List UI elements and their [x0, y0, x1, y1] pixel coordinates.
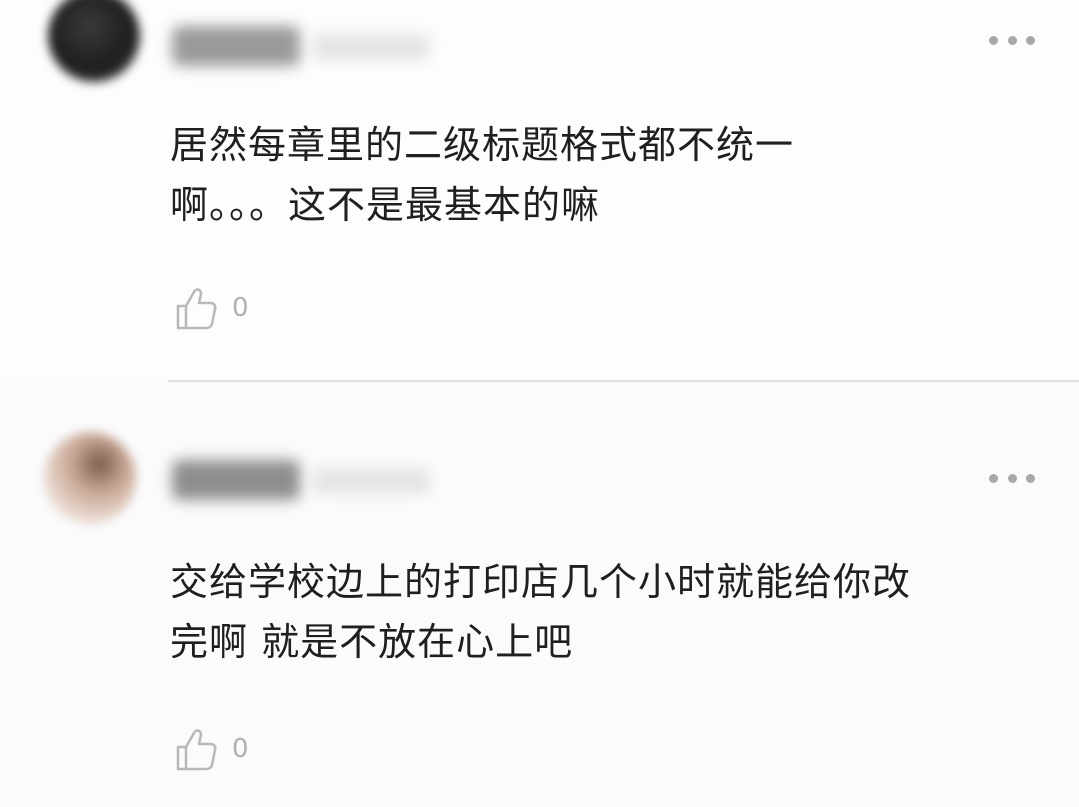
username-blurred[interactable] [172, 460, 300, 500]
avatar[interactable] [44, 432, 136, 524]
like-button[interactable]: 0 [174, 724, 249, 774]
comment-text-line: 交给学校边上的打印店几个小时就能给你改 [170, 560, 912, 604]
more-dots-icon [1007, 473, 1017, 483]
avatar[interactable] [48, 0, 140, 82]
comment-list: 居然每章里的二级标题格式都不统一 啊。。。这不是最基本的嘛 0 交给学校边上的打… [0, 0, 1079, 807]
timestamp-blurred [312, 468, 430, 494]
more-options-button[interactable] [989, 468, 1035, 488]
more-dots-icon [989, 35, 998, 45]
more-dots-icon [1026, 473, 1035, 483]
more-options-button[interactable] [989, 30, 1035, 50]
comment-text: 交给学校边上的打印店几个小时就能给你改 完啊 就是不放在心上吧 [170, 552, 1030, 672]
like-count: 0 [232, 734, 249, 764]
comment-text-line: 居然每章里的二级标题格式都不统一 [170, 123, 795, 167]
comment-item: 居然每章里的二级标题格式都不统一 啊。。。这不是最基本的嘛 0 [0, 0, 1079, 380]
timestamp-blurred [312, 34, 430, 60]
comment-item: 交给学校边上的打印店几个小时就能给你改 完啊 就是不放在心上吧 0 [0, 382, 1079, 807]
comment-text-line: 完啊 就是不放在心上吧 [170, 620, 574, 664]
more-dots-icon [1026, 35, 1035, 45]
thumbs-up-icon[interactable] [174, 725, 218, 773]
like-button[interactable]: 0 [174, 283, 249, 333]
more-dots-icon [1007, 35, 1017, 45]
comment-text: 居然每章里的二级标题格式都不统一 啊。。。这不是最基本的嘛 [170, 115, 1030, 235]
comment-text-line: 啊。。。这不是最基本的嘛 [170, 183, 601, 227]
thumbs-up-icon[interactable] [174, 284, 218, 332]
username-blurred[interactable] [172, 26, 300, 66]
more-dots-icon [989, 473, 998, 483]
like-count: 0 [232, 293, 249, 323]
